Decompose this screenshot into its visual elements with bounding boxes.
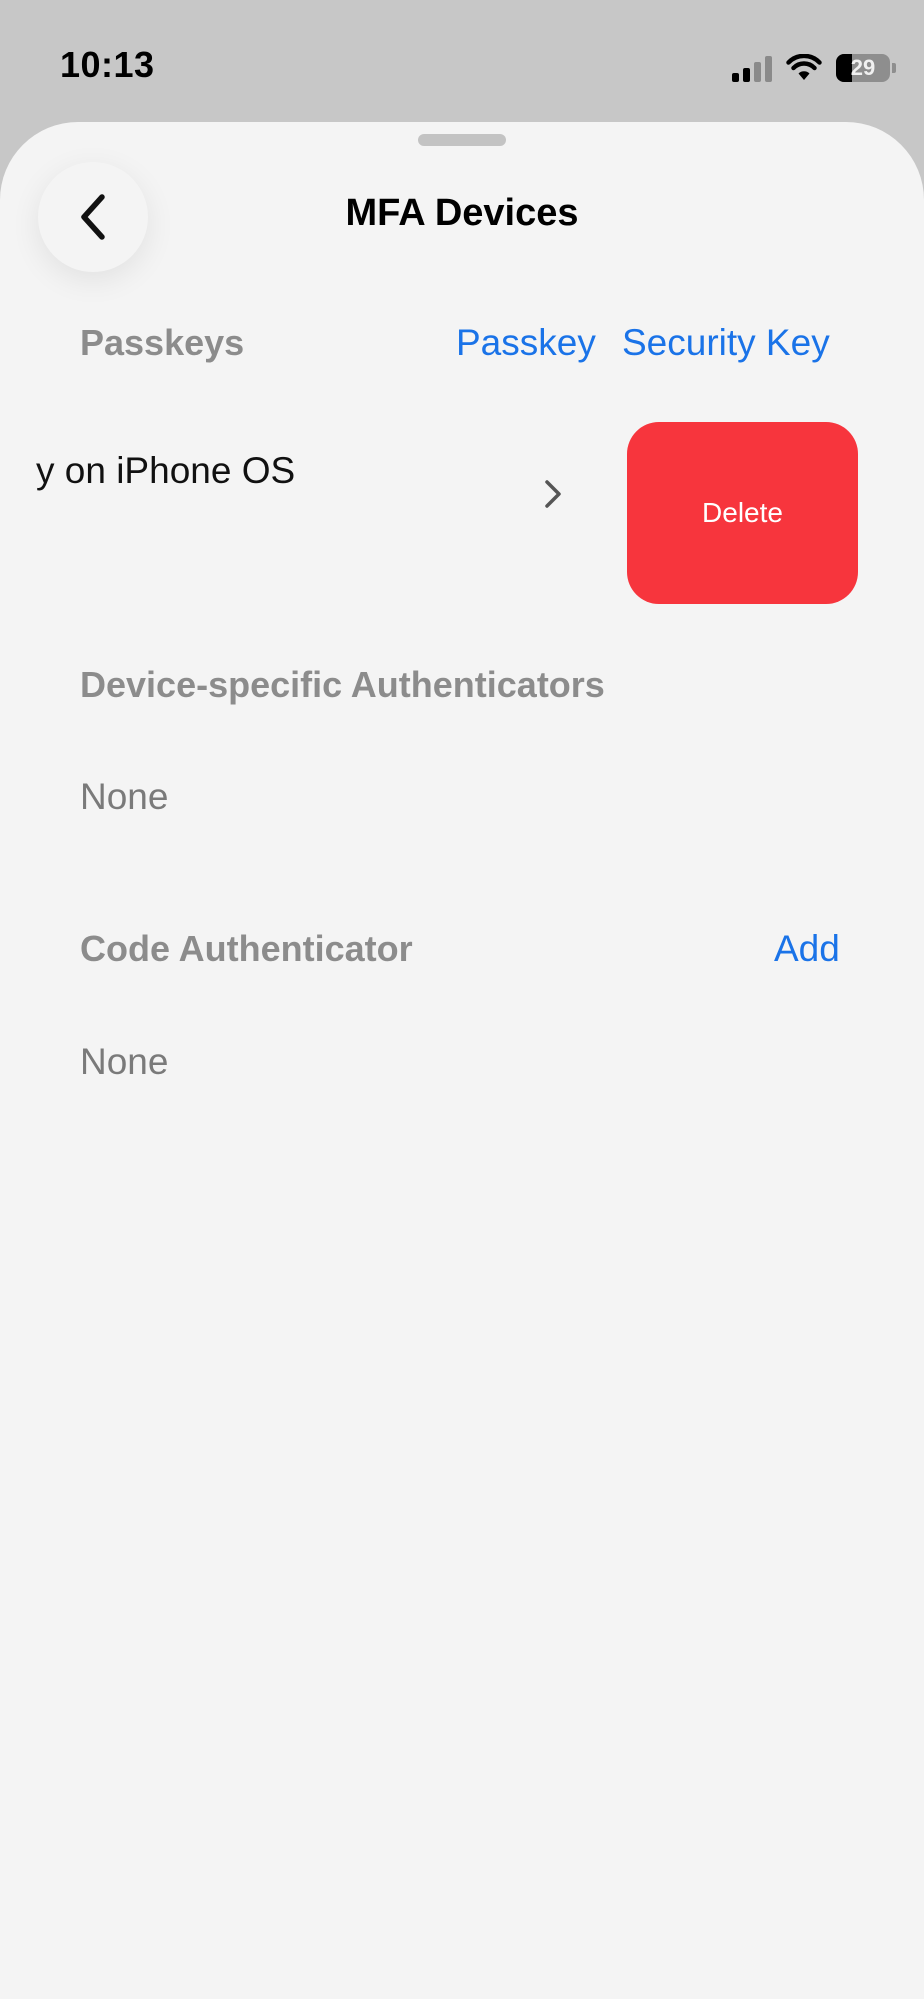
battery-cap bbox=[892, 63, 896, 73]
wifi-icon bbox=[786, 54, 822, 80]
status-time: 10:13 bbox=[60, 44, 155, 85]
code-authenticator-section-title: Code Authenticator bbox=[80, 928, 413, 969]
sheet-grabber[interactable] bbox=[418, 134, 506, 146]
battery-level: 29 bbox=[850, 55, 876, 80]
battery-icon: 29 bbox=[836, 54, 890, 82]
delete-passkey-button[interactable]: Delete bbox=[627, 422, 858, 604]
add-code-authenticator-button[interactable]: Add bbox=[774, 928, 840, 970]
status-bar: 10:13 29 bbox=[0, 0, 924, 120]
add-passkey-button[interactable]: Passkey bbox=[456, 322, 596, 364]
screen: 10:13 29 MFA Devices Passkeys Passkey Se… bbox=[0, 0, 924, 1999]
code-authenticator-empty: None bbox=[80, 1041, 169, 1082]
passkey-name: y on iPhone OS bbox=[36, 450, 296, 491]
status-icons: 29 bbox=[732, 48, 896, 88]
device-authenticators-empty: None bbox=[80, 776, 169, 817]
passkey-row[interactable]: y on iPhone OS Delete bbox=[0, 402, 924, 604]
add-security-key-button[interactable]: Security Key bbox=[622, 322, 830, 364]
device-authenticators-section-title: Device-specific Authenticators bbox=[80, 664, 605, 705]
chevron-right-icon bbox=[545, 480, 561, 508]
passkeys-section-title: Passkeys bbox=[80, 322, 245, 363]
page-title: MFA Devices bbox=[345, 192, 579, 234]
sheet: MFA Devices Passkeys Passkey Security Ke… bbox=[0, 122, 924, 1999]
signal-icon bbox=[732, 54, 772, 82]
